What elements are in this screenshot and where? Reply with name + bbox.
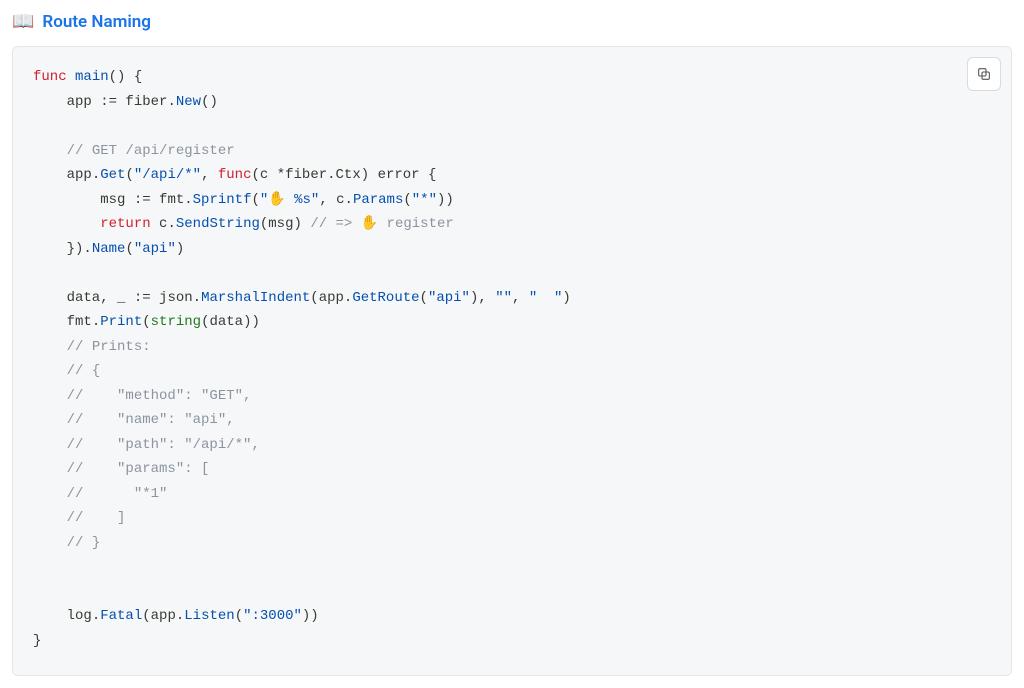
- code-line: }: [33, 629, 991, 654]
- code-line: data, _ := json.MarshalIndent(app.GetRou…: [33, 286, 991, 311]
- code-line: msg := fmt.Sprintf("✋ %s", c.Params("*")…: [33, 188, 991, 213]
- code-line: // "params": [: [33, 457, 991, 482]
- code-line: [33, 261, 991, 286]
- code-line: func main() {: [33, 65, 991, 90]
- code-line: // Prints:: [33, 335, 991, 360]
- route-naming-link[interactable]: Route Naming: [42, 12, 151, 32]
- code-line: // "method": "GET",: [33, 384, 991, 409]
- code-line: log.Fatal(app.Listen(":3000")): [33, 604, 991, 629]
- code-line: }).Name("api"): [33, 237, 991, 262]
- code-line: // }: [33, 531, 991, 556]
- code-line: [33, 580, 991, 605]
- copy-icon: [976, 66, 992, 82]
- code-line: app := fiber.New(): [33, 90, 991, 115]
- copy-button[interactable]: [967, 57, 1001, 91]
- code-content: func main() { app := fiber.New() // GET …: [33, 65, 991, 653]
- code-line: [33, 114, 991, 139]
- code-line: fmt.Print(string(data)): [33, 310, 991, 335]
- code-line: // "name": "api",: [33, 408, 991, 433]
- code-line: // "*1": [33, 482, 991, 507]
- code-line: return c.SendString(msg) // => ✋ registe…: [33, 212, 991, 237]
- code-line: [33, 555, 991, 580]
- code-block: func main() { app := fiber.New() // GET …: [12, 46, 1012, 676]
- code-line: // "path": "/api/*",: [33, 433, 991, 458]
- code-line: // GET /api/register: [33, 139, 991, 164]
- section-heading: 📖 Route Naming: [12, 12, 1012, 32]
- code-line: // {: [33, 359, 991, 384]
- book-icon: 📖: [12, 13, 34, 31]
- code-line: // ]: [33, 506, 991, 531]
- code-line: app.Get("/api/*", func(c *fiber.Ctx) err…: [33, 163, 991, 188]
